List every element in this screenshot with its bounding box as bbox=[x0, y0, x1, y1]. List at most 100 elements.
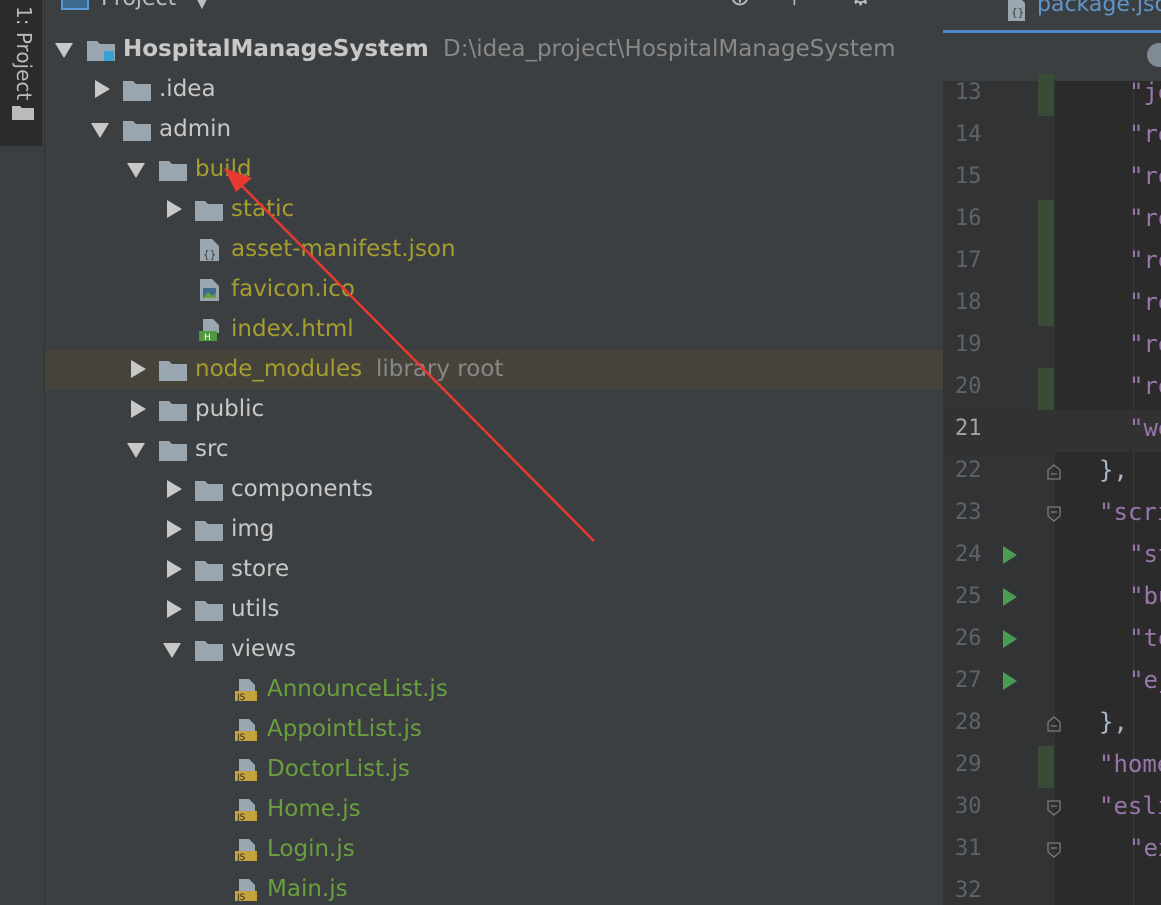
tree-row[interactable]: store bbox=[45, 550, 943, 590]
panel-title[interactable]: Project bbox=[101, 0, 176, 11]
code-text: "bu bbox=[1129, 582, 1161, 610]
collapsed-arrow-icon[interactable] bbox=[167, 560, 182, 578]
collapsed-arrow-icon[interactable] bbox=[167, 600, 182, 618]
code-text: "home bbox=[1099, 750, 1161, 778]
code-text: "re bbox=[1129, 162, 1161, 190]
image-file-icon bbox=[200, 279, 219, 301]
collapse-all-icon[interactable]: ⊤ bbox=[783, 0, 806, 12]
code-line[interactable]: 29 "home bbox=[943, 746, 1161, 788]
tree-item-label: favicon.ico bbox=[231, 276, 355, 302]
tree-row[interactable]: static bbox=[45, 190, 943, 230]
fold-start-icon[interactable] bbox=[1047, 800, 1061, 816]
collapsed-arrow-icon[interactable] bbox=[131, 400, 146, 418]
collapsed-arrow-icon[interactable] bbox=[167, 480, 182, 498]
run-script-icon[interactable] bbox=[1003, 672, 1017, 690]
tree-item-label: admin bbox=[159, 116, 232, 142]
code-line[interactable]: 25 "bu bbox=[943, 578, 1161, 620]
tree-row[interactable]: JS Home.js bbox=[45, 790, 943, 830]
tree-row[interactable]: JS AnnounceList.js bbox=[45, 670, 943, 710]
tree-row[interactable]: node_modules library root bbox=[45, 350, 943, 390]
code-text: "re bbox=[1129, 120, 1161, 148]
tree-row[interactable]: admin bbox=[45, 110, 943, 150]
folder-icon bbox=[159, 161, 187, 181]
collapsed-arrow-icon[interactable] bbox=[167, 200, 182, 218]
code-text: "ej bbox=[1129, 666, 1161, 694]
code-line[interactable]: 31 "ex bbox=[943, 830, 1161, 872]
fold-end-icon[interactable] bbox=[1047, 464, 1061, 480]
run-script-icon[interactable] bbox=[1003, 546, 1017, 564]
tree-row[interactable]: {} asset-manifest.json bbox=[45, 230, 943, 270]
code-line[interactable]: 20 "re bbox=[943, 368, 1161, 410]
expanded-arrow-icon[interactable] bbox=[127, 163, 145, 178]
tree-row[interactable]: components bbox=[45, 470, 943, 510]
tree-row[interactable]: JS DoctorList.js bbox=[45, 750, 943, 790]
panel-header: Project ▼ ⊕ ⊤ ⚙ — bbox=[45, 0, 943, 16]
change-marker[interactable] bbox=[1038, 284, 1054, 326]
tree-item-label: asset-manifest.json bbox=[231, 236, 456, 262]
fold-end-icon[interactable] bbox=[1047, 716, 1061, 732]
code-line[interactable]: 16 "re bbox=[943, 200, 1161, 242]
folder-icon bbox=[195, 641, 223, 661]
tree-row[interactable]: favicon.ico bbox=[45, 270, 943, 310]
tree-row[interactable]: src bbox=[45, 430, 943, 470]
change-marker[interactable] bbox=[1038, 74, 1054, 116]
tree-row[interactable]: JS Login.js bbox=[45, 830, 943, 870]
collapsed-arrow-icon[interactable] bbox=[131, 360, 146, 378]
change-marker[interactable] bbox=[1038, 200, 1054, 242]
json-file-icon: {} bbox=[200, 239, 219, 261]
expanded-arrow-icon[interactable] bbox=[163, 643, 181, 658]
gear-icon[interactable]: ⚙ bbox=[849, 0, 872, 12]
editor-tab-package-json[interactable]: package.json bbox=[1037, 0, 1161, 17]
tree-row[interactable]: JS AppointList.js bbox=[45, 710, 943, 750]
run-script-icon[interactable] bbox=[1003, 588, 1017, 606]
code-line[interactable]: 30 "esli bbox=[943, 788, 1161, 830]
tree-item-label: utils bbox=[231, 596, 280, 622]
tool-window-tab-project[interactable]: 1: Project bbox=[0, 0, 42, 146]
tree-item-label: index.html bbox=[231, 316, 354, 342]
code-line[interactable]: 13 "je bbox=[943, 74, 1161, 116]
tree-row[interactable]: utils bbox=[45, 590, 943, 630]
tree-row[interactable]: Hindex.html bbox=[45, 310, 943, 350]
tree-item-label: src bbox=[195, 436, 229, 462]
code-line[interactable]: 21 "we bbox=[943, 410, 1161, 452]
change-marker[interactable] bbox=[1038, 242, 1054, 284]
code-line[interactable]: 32 bbox=[943, 872, 1161, 905]
code-line[interactable]: 27 "ej bbox=[943, 662, 1161, 704]
folder-icon bbox=[195, 521, 223, 541]
collapsed-arrow-icon[interactable] bbox=[95, 80, 110, 98]
fold-start-icon[interactable] bbox=[1047, 842, 1061, 858]
folder-icon bbox=[159, 361, 187, 381]
svg-text:{}: {} bbox=[203, 248, 216, 261]
collapsed-arrow-icon[interactable] bbox=[167, 520, 182, 538]
code-line[interactable]: 18 "re bbox=[943, 284, 1161, 326]
code-line[interactable]: 26 "te bbox=[943, 620, 1161, 662]
chevron-down-icon[interactable]: ▼ bbox=[195, 0, 209, 12]
code-line[interactable]: 24 "st bbox=[943, 536, 1161, 578]
code-line[interactable]: 28}, bbox=[943, 704, 1161, 746]
expanded-arrow-icon[interactable] bbox=[91, 123, 109, 138]
code-line[interactable]: 17 "re bbox=[943, 242, 1161, 284]
tree-row[interactable]: build bbox=[45, 150, 943, 190]
tree-row[interactable]: HospitalManageSystem D:\idea_project\Hosp… bbox=[45, 30, 943, 70]
expanded-arrow-icon[interactable] bbox=[55, 43, 73, 58]
tree-row[interactable]: JS Main.js bbox=[45, 870, 943, 905]
change-marker[interactable] bbox=[1038, 368, 1054, 410]
change-marker[interactable] bbox=[1038, 746, 1054, 788]
tree-row[interactable]: img bbox=[45, 510, 943, 550]
code-line[interactable]: 22}, bbox=[943, 452, 1161, 494]
code-line[interactable]: 15 "re bbox=[943, 158, 1161, 200]
locate-icon[interactable]: ⊕ bbox=[729, 0, 751, 12]
code-line[interactable]: 14 "re bbox=[943, 116, 1161, 158]
fold-start-icon[interactable] bbox=[1047, 506, 1061, 522]
code-line[interactable]: 19 "re bbox=[943, 326, 1161, 368]
tree-row[interactable]: public bbox=[45, 390, 943, 430]
svg-text:{}: {} bbox=[1011, 6, 1024, 19]
expanded-arrow-icon[interactable] bbox=[127, 443, 145, 458]
line-number: 18 bbox=[955, 290, 982, 315]
code-line[interactable]: 23 "scri bbox=[943, 494, 1161, 536]
tree-row[interactable]: views bbox=[45, 630, 943, 670]
tree-row[interactable]: .idea bbox=[45, 70, 943, 110]
run-script-icon[interactable] bbox=[1003, 630, 1017, 648]
folder-icon bbox=[195, 481, 223, 501]
hide-icon[interactable]: — bbox=[903, 0, 929, 12]
